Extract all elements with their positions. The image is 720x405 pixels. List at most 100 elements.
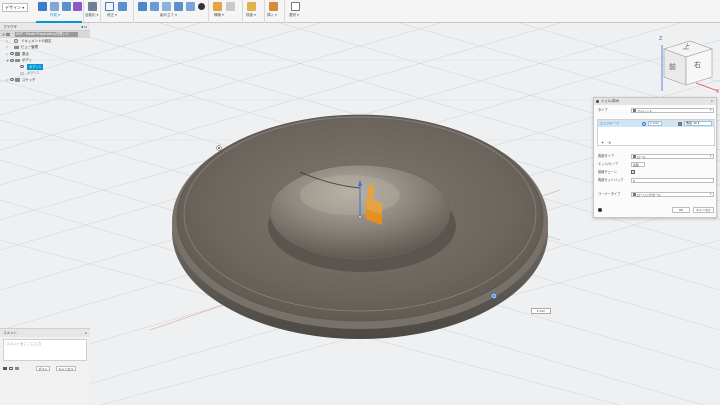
workspace-switcher[interactable]: デザイン ▾: [2, 3, 28, 12]
edge-selection-row[interactable]: エッジ/ループ 1 mm 角度 30 ▾: [598, 120, 715, 127]
link-icon[interactable]: [9, 367, 13, 370]
move-copy-icon[interactable]: [198, 3, 205, 10]
edge-select-icon[interactable]: [642, 121, 646, 126]
setback-input[interactable]: 0: [631, 177, 714, 183]
model-body[interactable]: [172, 114, 548, 339]
select-icon[interactable]: [291, 2, 300, 11]
edge-selection-table: エッジ/ループ 1 mm 角度 30 ▾ + ×: [597, 119, 715, 146]
chevron-down-icon: ▾: [709, 192, 712, 197]
inspect-menu-label[interactable]: 検査 ▾: [246, 13, 256, 18]
dialog-title: シェル/厚み: [601, 99, 620, 103]
offset-plane-icon[interactable]: [213, 2, 222, 11]
flip-button[interactable]: 反転: [631, 161, 645, 167]
comments-title: コメント: [3, 331, 17, 335]
cancel-button[interactable]: キャンセル: [693, 207, 714, 213]
inspect-group[interactable]: 検査 ▾: [243, 0, 265, 23]
fillet-handle-left[interactable]: [216, 145, 222, 151]
visibility-icon[interactable]: [20, 65, 24, 69]
as-built-joint-icon[interactable]: [162, 2, 171, 11]
browser-title: ブラウザ: [3, 25, 17, 29]
assemble-menu-label[interactable]: 組み立て ▾: [160, 13, 177, 18]
create-group[interactable]: 作成 ▾: [34, 0, 84, 23]
joint-icon[interactable]: [150, 2, 159, 11]
create-menu-label[interactable]: 作成 ▾: [50, 13, 60, 18]
fillet-radius-input[interactable]: 1 mm: [648, 121, 662, 126]
automate-group[interactable]: 自動化 ▾: [84, 0, 101, 23]
tangent-chain-checkbox[interactable]: ✓: [631, 170, 635, 174]
remove-row-icon[interactable]: ×: [608, 140, 611, 145]
markup-icon[interactable]: [15, 367, 19, 370]
tree-item-sketches[interactable]: ▷ スケッチ: [0, 77, 90, 84]
type-value: フィレット: [637, 108, 652, 113]
setback-row: 角部セットバック 0: [594, 176, 718, 184]
type-select[interactable]: フィレット ▾: [631, 107, 714, 113]
viewcube-front-label[interactable]: 前: [669, 62, 676, 72]
g2-label: 接線チェーン: [598, 170, 617, 174]
modify-group[interactable]: 修正 ▾: [101, 0, 134, 23]
flip-label: 反転: [633, 162, 640, 167]
view-cube[interactable]: 上 前 右 Z X: [650, 33, 720, 103]
corner-type-select[interactable]: ロール ▾: [631, 153, 714, 159]
insert-menu-label[interactable]: 挿入 ▾: [267, 13, 277, 18]
axis-x-label: X: [716, 89, 720, 95]
fillet-distance-input[interactable]: 1 mm: [531, 308, 551, 314]
corner-style-select[interactable]: ローリングボール ▾: [631, 191, 714, 197]
sweep-icon[interactable]: [73, 2, 82, 11]
folder-icon: [14, 45, 19, 49]
corner-type-icon: [633, 155, 636, 158]
measure-icon[interactable]: [247, 2, 256, 11]
construct-menu-label[interactable]: 構築 ▾: [214, 13, 224, 18]
comments-panel: コメント ▫ コメントをここに入力 ポスト キャンセル: [0, 328, 90, 405]
angle-field[interactable]: 角度 30 ▾: [684, 121, 712, 126]
automate-icon[interactable]: [88, 2, 97, 11]
plane-at-angle-icon[interactable]: [226, 2, 235, 11]
comments-collapse-icon[interactable]: ▫: [85, 329, 87, 337]
press-pull-icon[interactable]: [105, 2, 114, 11]
assemble-group[interactable]: 組み立て ▾: [134, 0, 209, 23]
comments-header: コメント ▫: [0, 329, 90, 337]
automate-menu-label[interactable]: 自動化 ▾: [85, 13, 98, 18]
dialog-icon: [596, 100, 599, 103]
fillet-icon[interactable]: [118, 2, 127, 11]
new-component-icon[interactable]: [138, 2, 147, 11]
modify-menu-label[interactable]: 修正 ▾: [107, 13, 117, 18]
insert-group[interactable]: 挿入 ▾: [265, 0, 285, 23]
browser-collapse-icon[interactable]: ◂ ▫: [81, 23, 87, 31]
tangent-chain-label: エッジ/ループ: [598, 162, 619, 166]
dialog-collapse-icon[interactable]: »: [711, 98, 713, 105]
tangent-icon[interactable]: [678, 121, 682, 126]
tangent-chain-row: エッジ/ループ 反転: [594, 160, 718, 168]
insert-icon[interactable]: [269, 2, 278, 11]
construct-group[interactable]: 構築 ▾: [209, 0, 243, 23]
comment-input[interactable]: コメントをここに入力: [3, 339, 87, 361]
g2-row: 接線チェーン ✓: [594, 168, 718, 176]
folder-icon: [15, 78, 20, 82]
select-menu-label[interactable]: 選択 ▾: [289, 13, 299, 18]
extrude-icon[interactable]: [50, 2, 59, 11]
type-row: タイプ フィレット ▾: [594, 106, 718, 114]
chevron-down-icon: ▾: [709, 154, 712, 159]
visibility-icon[interactable]: [10, 58, 14, 62]
fillet-type-icon: [633, 109, 636, 112]
comment-cancel-button[interactable]: キャンセル: [56, 366, 76, 371]
info-icon[interactable]: [598, 208, 602, 212]
expand-icon[interactable]: ▷: [6, 77, 8, 84]
new-sketch-icon[interactable]: [38, 2, 47, 11]
post-button[interactable]: ポスト: [36, 366, 50, 371]
revolve-icon[interactable]: [62, 2, 71, 11]
add-row-icon[interactable]: +: [601, 140, 604, 145]
ok-button[interactable]: OK: [672, 207, 690, 213]
viewcube-right-label[interactable]: 右: [694, 60, 701, 70]
camera-icon[interactable]: [3, 367, 7, 370]
visibility-icon[interactable]: [10, 78, 14, 82]
fillet-handle-right[interactable]: [491, 293, 497, 299]
corner-type-row: 角部タイプ ロール ▾: [594, 152, 718, 160]
visibility-icon[interactable]: [6, 32, 10, 36]
joint-origin-icon[interactable]: [174, 2, 183, 11]
chevron-down-icon: ▾: [709, 108, 712, 113]
visibility-hidden-icon[interactable]: [20, 71, 24, 75]
rigid-group-icon[interactable]: [186, 2, 195, 11]
fillet-dialog: シェル/厚み » タイプ フィレット ▾ エッジ/ループ 1 mm 角度 30 …: [593, 97, 717, 218]
select-group[interactable]: 選択 ▾: [285, 0, 309, 23]
visibility-icon[interactable]: [10, 52, 14, 56]
